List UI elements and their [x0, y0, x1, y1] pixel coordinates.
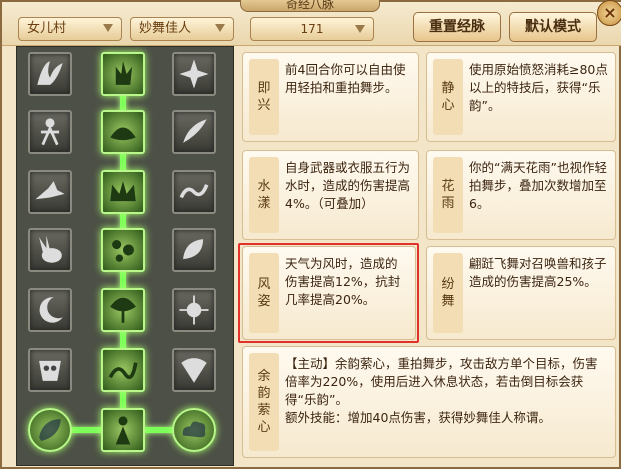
- lotus-icon: [110, 127, 136, 141]
- fan-icon: [181, 358, 207, 383]
- chevron-down-icon: [215, 24, 225, 32]
- talent-card: 即兴 前4回合你可以自由使用轻拍和重拍舞步。: [242, 52, 419, 142]
- talent-card-label: 花雨: [433, 157, 463, 233]
- talent-card-text: 你的“满天花雨”也视作轻拍舞步，叠加次数增加至6。: [469, 160, 607, 211]
- window-title: 奇经八脉: [240, 0, 380, 12]
- crow-icon: [35, 181, 65, 200]
- default-mode-button[interactable]: 默认模式: [509, 12, 597, 42]
- feather-icon: [183, 119, 207, 143]
- talent-node[interactable]: [172, 110, 216, 154]
- talent-card: 静心 使用原始愤怒消耗≥80点以上的特技后，获得“乐韵”。: [426, 52, 616, 142]
- talent-node[interactable]: [101, 110, 145, 154]
- wing-icon: [37, 61, 63, 85]
- talent-card-label: 纷舞: [433, 253, 463, 333]
- level-select[interactable]: 171: [250, 17, 374, 41]
- window: 奇经八脉 女儿村 妙舞佳人 171 重置经脉 默认模式 × 即兴 前4回合你可以…: [0, 0, 621, 469]
- talent-card-active-skill: 余韵萦心 【主动】余韵萦心，重拍舞步，攻击敌方单个目标，伤害倍率为220%，使用…: [242, 346, 616, 458]
- talent-node[interactable]: [101, 408, 145, 452]
- tree-icon: [110, 297, 136, 323]
- leaf-icon: [183, 239, 204, 260]
- talent-node[interactable]: [28, 52, 72, 96]
- talent-node[interactable]: [101, 288, 145, 332]
- talent-card: 花雨 你的“满天花雨”也视作轻拍舞步，叠加次数增加至6。: [426, 150, 616, 240]
- talent-card: 水漾 自身武器或衣服五行为水时，造成的伤害提高4%。（可叠加）: [242, 150, 419, 240]
- talent-card-label: 静心: [433, 59, 463, 135]
- class-select-value: 妙舞佳人: [139, 21, 192, 36]
- talent-card-text: 前4回合你可以自由使用轻拍和重拍舞步。: [285, 62, 406, 95]
- close-button[interactable]: ×: [597, 0, 621, 26]
- talent-node[interactable]: [28, 228, 72, 272]
- rabbit-icon: [39, 235, 62, 263]
- talent-node[interactable]: [28, 110, 72, 154]
- talent-node[interactable]: [101, 52, 145, 96]
- talent-card-text: 【主动】余韵萦心，重拍舞步，攻击敌方单个目标，伤害倍率为220%，使用后进入休息…: [285, 356, 598, 425]
- spark-icon: [179, 295, 209, 325]
- bubbles-icon: [112, 240, 134, 262]
- talent-node[interactable]: [101, 348, 145, 392]
- talent-card-label: 水漾: [249, 157, 279, 233]
- level-value: 171: [300, 22, 324, 36]
- talent-card-label: 即兴: [249, 59, 279, 135]
- hands-icon: [115, 61, 133, 85]
- talent-node[interactable]: [28, 170, 72, 214]
- school-select[interactable]: 女儿村: [18, 17, 122, 41]
- talent-node[interactable]: [172, 348, 216, 392]
- talent-card-text: 使用原始愤怒消耗≥80点以上的特技后，获得“乐韵”。: [469, 62, 608, 113]
- talent-node[interactable]: [172, 228, 216, 272]
- chevron-down-icon: [355, 25, 365, 33]
- reset-meridian-button[interactable]: 重置经脉: [413, 12, 501, 42]
- talent-node[interactable]: [172, 170, 216, 214]
- highlight-box: [238, 243, 419, 343]
- talent-node[interactable]: [172, 408, 216, 452]
- talent-node[interactable]: [172, 52, 216, 96]
- crown-icon: [110, 181, 136, 202]
- talent-node[interactable]: [172, 288, 216, 332]
- talent-card: 纷舞 翩跹飞舞对召唤兽和孩子造成的伤害提高25%。: [426, 246, 616, 340]
- dancer-icon: [40, 118, 60, 146]
- talent-card-text: 翩跹飞舞对召唤兽和孩子造成的伤害提高25%。: [469, 256, 607, 289]
- wave-icon: [179, 184, 209, 199]
- serpent-icon: [108, 362, 138, 380]
- star-icon: [179, 59, 209, 89]
- mask-icon: [39, 360, 61, 381]
- talent-node[interactable]: [28, 348, 72, 392]
- talent-node[interactable]: [101, 170, 145, 214]
- talent-card-text: 自身武器或衣服五行为水时，造成的伤害提高4%。（可叠加）: [285, 160, 411, 211]
- moon-icon: [39, 297, 63, 323]
- figure-icon: [115, 416, 131, 445]
- school-select-value: 女儿村: [27, 21, 67, 36]
- talent-card-label: 余韵萦心: [249, 353, 279, 451]
- cloud-icon: [182, 421, 206, 438]
- chevron-down-icon: [103, 24, 113, 32]
- talent-node[interactable]: [28, 408, 72, 452]
- talent-node[interactable]: [101, 228, 145, 272]
- leaf-icon: [39, 419, 61, 441]
- talent-node[interactable]: [28, 288, 72, 332]
- class-select[interactable]: 妙舞佳人: [130, 17, 234, 41]
